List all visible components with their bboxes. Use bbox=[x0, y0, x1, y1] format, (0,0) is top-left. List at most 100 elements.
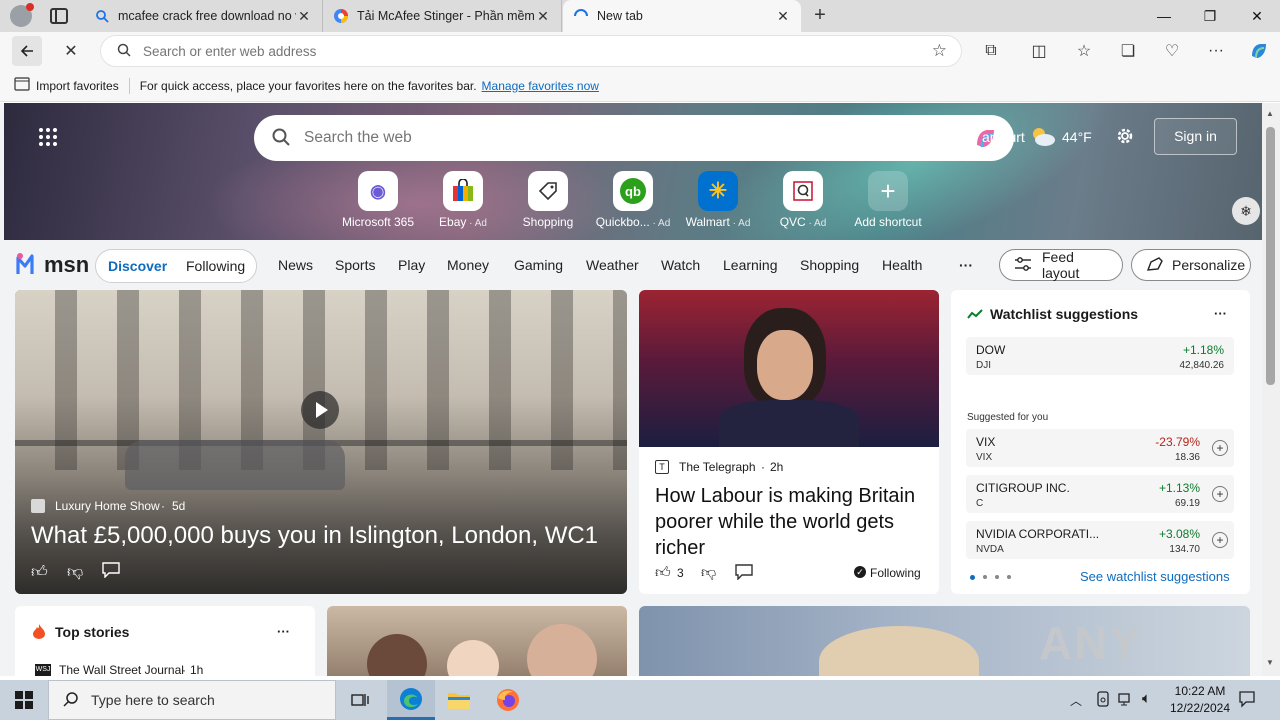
taskbar-search-box[interactable]: Type here to search bbox=[48, 680, 336, 720]
add-to-watchlist-icon[interactable]: + bbox=[1212, 440, 1228, 456]
background-settings-icon[interactable]: ❄ bbox=[1232, 197, 1260, 225]
tab-actions-icon[interactable] bbox=[50, 8, 68, 24]
quick-link-qvc[interactable]: QVC · Ad bbox=[758, 171, 848, 229]
more-options-icon[interactable]: ··· bbox=[1214, 306, 1227, 321]
main-story-card[interactable]: Luxury Home Show · 5d What £5,000,000 bu… bbox=[15, 290, 627, 594]
quick-link-microsoft365[interactable]: ◉ Microsoft 365 bbox=[333, 171, 423, 229]
feed-layout-button[interactable]: Feed layout bbox=[999, 249, 1123, 281]
watchlist-row-vix[interactable]: VIX VIX -23.79% 18.36 + bbox=[966, 429, 1234, 467]
apps-grid-icon[interactable] bbox=[38, 127, 58, 147]
add-to-watchlist-icon[interactable]: + bbox=[1212, 486, 1228, 502]
quick-link-shopping[interactable]: Shopping bbox=[503, 171, 593, 229]
story-source[interactable]: The Telegraph bbox=[679, 460, 756, 474]
nav-learning[interactable]: Learning bbox=[723, 257, 778, 273]
extensions-icon[interactable]: ⧉ bbox=[976, 36, 1006, 66]
web-search-box[interactable] bbox=[254, 115, 1014, 161]
nav-gaming[interactable]: Gaming bbox=[514, 257, 563, 273]
following-status[interactable]: Following bbox=[870, 566, 921, 580]
edge-taskbar-icon[interactable] bbox=[387, 680, 435, 720]
new-tab-plus-icon[interactable]: + bbox=[808, 4, 832, 28]
nav-watch[interactable]: Watch bbox=[661, 257, 700, 273]
close-tab-icon[interactable]: ✕ bbox=[775, 8, 791, 25]
copilot-icon[interactable] bbox=[1244, 36, 1274, 66]
page-scrollbar[interactable]: ▲ ▼ bbox=[1262, 103, 1280, 676]
restore-icon[interactable]: ❐ bbox=[1187, 0, 1233, 32]
firefox-icon[interactable] bbox=[486, 680, 530, 720]
notifications-icon[interactable] bbox=[1238, 690, 1256, 711]
network-icon[interactable] bbox=[1118, 691, 1134, 710]
quick-link-walmart[interactable]: ✳ Walmart · Ad bbox=[673, 171, 763, 229]
story-source[interactable]: Luxury Home Show bbox=[55, 499, 160, 513]
import-favorites-icon[interactable] bbox=[14, 77, 30, 94]
nav-shopping[interactable]: Shopping bbox=[800, 257, 859, 273]
split-screen-icon[interactable]: ◫ bbox=[1024, 36, 1054, 66]
volume-icon[interactable]: 🔈︎ bbox=[1142, 690, 1151, 707]
tab-following[interactable]: Following bbox=[186, 258, 245, 274]
story-headline[interactable]: How Labour is making Britain poorer whil… bbox=[655, 483, 927, 561]
settings-more-icon[interactable]: ··· bbox=[1201, 36, 1231, 66]
story-headline[interactable]: What £5,000,000 buys you in Islington, L… bbox=[31, 522, 598, 550]
manage-favorites-link[interactable]: Manage favorites now bbox=[482, 79, 599, 93]
telegraph-story-card[interactable]: T The Telegraph · 2h How Labour is makin… bbox=[639, 290, 939, 594]
quick-link-quickbooks[interactable]: qb Quickbo... · Ad bbox=[588, 171, 678, 229]
collections-icon[interactable]: ❏ bbox=[1113, 36, 1143, 66]
favorite-star-icon[interactable]: ☆ bbox=[932, 41, 947, 61]
thumbs-up-icon[interactable]: 👍︎ bbox=[31, 563, 48, 582]
minimize-icon[interactable]: — bbox=[1141, 0, 1187, 32]
tab-discover[interactable]: Discover bbox=[108, 258, 167, 274]
tab-mcafee-search[interactable]: mcafee crack free download no v ✕ bbox=[84, 0, 323, 32]
nav-health[interactable]: Health bbox=[882, 257, 922, 273]
play-video-icon[interactable] bbox=[301, 391, 339, 429]
scroll-up-arrow-icon[interactable]: ▲ bbox=[1266, 109, 1274, 118]
profile-avatar-icon[interactable] bbox=[10, 3, 34, 27]
close-tab-icon[interactable]: ✕ bbox=[296, 8, 312, 25]
taskbar-time[interactable]: 10:22 AM bbox=[1170, 684, 1230, 698]
more-options-icon[interactable]: ··· bbox=[277, 624, 290, 639]
nav-money[interactable]: Money bbox=[447, 257, 489, 273]
msn-logo-icon[interactable] bbox=[16, 252, 42, 279]
file-explorer-icon[interactable] bbox=[437, 680, 481, 720]
nav-more-icon[interactable]: ··· bbox=[959, 257, 973, 273]
weather-temperature[interactable]: 44°F bbox=[1062, 129, 1092, 145]
browser-essentials-icon[interactable]: ♡ bbox=[1157, 36, 1187, 66]
msn-brand[interactable]: msn bbox=[44, 252, 89, 278]
scroll-down-arrow-icon[interactable]: ▼ bbox=[1266, 658, 1274, 667]
nav-play[interactable]: Play bbox=[398, 257, 425, 273]
back-arrow-icon[interactable] bbox=[12, 36, 42, 66]
thumbs-down-icon[interactable]: 👎︎ bbox=[67, 563, 83, 582]
news-card-family[interactable] bbox=[327, 606, 627, 676]
watchlist-row-dow[interactable]: DOW DJI +1.18% 42,840.26 bbox=[966, 337, 1234, 375]
thumbs-up-icon[interactable]: 👍︎ bbox=[655, 564, 671, 582]
add-to-watchlist-icon[interactable]: + bbox=[1212, 532, 1228, 548]
import-favorites-button[interactable]: Import favorites bbox=[36, 79, 119, 93]
close-window-icon[interactable]: ✕ bbox=[1234, 0, 1280, 32]
watchlist-row-citigroup[interactable]: CITIGROUP INC. C +1.13% 69.19 + bbox=[966, 475, 1234, 513]
comment-icon[interactable] bbox=[102, 562, 120, 581]
carousel-dots[interactable] bbox=[970, 575, 1014, 581]
network-device-icon[interactable] bbox=[1096, 691, 1110, 710]
windows-start-icon[interactable] bbox=[0, 680, 48, 720]
tab-mcafee-stinger[interactable]: Tải McAfee Stinger - Phần mềm c ✕ bbox=[323, 0, 562, 32]
comment-icon[interactable] bbox=[735, 564, 753, 583]
nav-news[interactable]: News bbox=[278, 257, 313, 273]
thumbs-down-icon[interactable]: 👎︎ bbox=[701, 564, 716, 582]
address-input[interactable] bbox=[143, 43, 883, 59]
news-card-wide[interactable]: ANY RUN bbox=[639, 606, 1250, 676]
web-search-input[interactable] bbox=[304, 129, 904, 147]
watchlist-row-nvidia[interactable]: NVIDIA CORPORATI... NVDA +3.08% 134.70 + bbox=[966, 521, 1234, 559]
taskbar-date[interactable]: 12/22/2024 bbox=[1164, 701, 1236, 715]
quick-link-add-shortcut[interactable]: + Add shortcut bbox=[843, 171, 933, 229]
stop-loading-icon[interactable]: ✕ bbox=[56, 36, 86, 66]
nav-weather[interactable]: Weather bbox=[586, 257, 639, 273]
show-hidden-icons-icon[interactable]: ︿ bbox=[1070, 692, 1082, 709]
story-source[interactable]: The Wall Street Journal bbox=[59, 663, 184, 676]
scrollbar-thumb[interactable] bbox=[1266, 127, 1275, 385]
gear-icon[interactable] bbox=[1114, 125, 1136, 150]
favorites-icon[interactable]: ☆ bbox=[1069, 36, 1099, 66]
personalize-button[interactable]: Personalize bbox=[1131, 249, 1251, 281]
weather-location[interactable]: ankfurt bbox=[982, 129, 1025, 145]
quick-link-ebay[interactable]: Ebay · Ad bbox=[418, 171, 508, 229]
task-view-icon[interactable] bbox=[340, 680, 380, 720]
address-bar[interactable]: ☆ bbox=[100, 35, 962, 67]
sign-in-button[interactable]: Sign in bbox=[1154, 118, 1237, 155]
